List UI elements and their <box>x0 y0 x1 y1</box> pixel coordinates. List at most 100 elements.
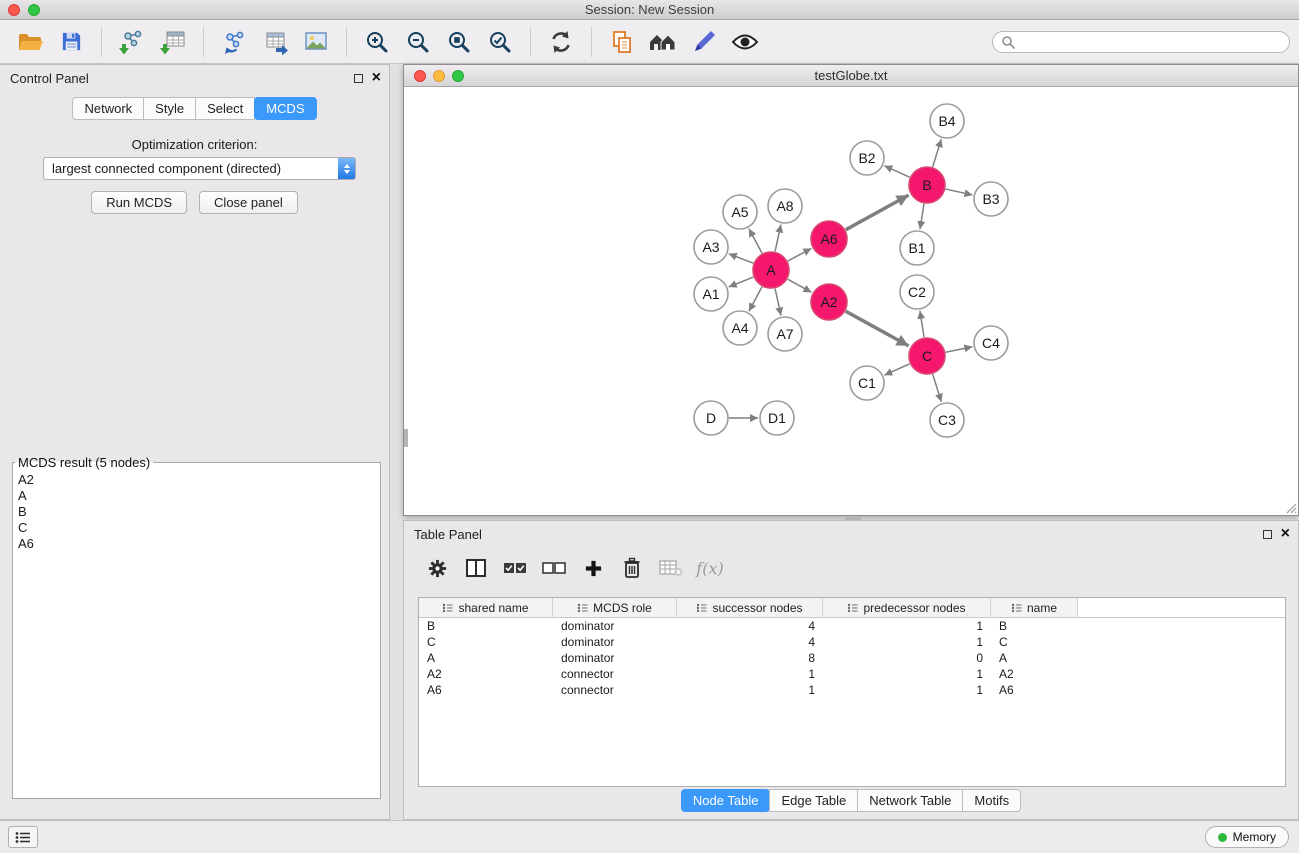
export-network-button[interactable] <box>216 25 252 59</box>
edge-C-C3[interactable] <box>933 374 942 402</box>
float-table-panel-icon[interactable] <box>1263 530 1272 539</box>
edge-B-B3[interactable] <box>946 189 973 195</box>
table-cell[interactable]: dominator <box>553 635 677 649</box>
zoom-in-button[interactable] <box>359 25 395 59</box>
import-table-file-button[interactable] <box>155 25 191 59</box>
task-history-button[interactable] <box>8 826 38 848</box>
search-input[interactable] <box>1020 35 1281 49</box>
table-cell[interactable]: A2 <box>419 667 553 681</box>
node-D1[interactable]: D1 <box>760 401 794 435</box>
table-cell[interactable]: connector <box>553 683 677 697</box>
brush-button[interactable] <box>686 25 722 59</box>
table-cell[interactable]: A6 <box>991 683 1078 697</box>
documents-button[interactable] <box>604 25 640 59</box>
mcds-result-list[interactable]: A2ABCA6 <box>14 472 379 797</box>
tab-node-table[interactable]: Node Table <box>681 789 771 812</box>
table-row[interactable]: Bdominator41B <box>419 618 1285 634</box>
node-A7[interactable]: A7 <box>768 317 802 351</box>
tab-edge-table[interactable]: Edge Table <box>769 789 858 812</box>
node-A8[interactable]: A8 <box>768 189 802 223</box>
column-header-predecessor-nodes[interactable]: predecessor nodes <box>823 598 991 617</box>
memory-button[interactable]: Memory <box>1205 826 1289 848</box>
edge-A2-C[interactable] <box>846 311 909 346</box>
tab-motifs[interactable]: Motifs <box>962 789 1021 812</box>
table-cell[interactable]: 1 <box>823 667 991 681</box>
import-network-file-button[interactable] <box>114 25 150 59</box>
zoom-fit-button[interactable] <box>441 25 477 59</box>
node-B3[interactable]: B3 <box>974 182 1008 216</box>
column-header-name[interactable]: name <box>991 598 1078 617</box>
network-zoom-button[interactable] <box>452 70 464 82</box>
create-column-button[interactable] <box>578 554 608 582</box>
edge-C-C1[interactable] <box>884 364 909 375</box>
column-header-shared-name[interactable]: shared name <box>419 598 553 617</box>
table-settings-button[interactable] <box>422 554 452 582</box>
table-cell[interactable]: connector <box>553 667 677 681</box>
table-cell[interactable]: A <box>991 651 1078 665</box>
table-cell[interactable]: 1 <box>823 635 991 649</box>
edge-B-B1[interactable] <box>920 204 924 229</box>
node-B1[interactable]: B1 <box>900 231 934 265</box>
deselect-all-button[interactable] <box>539 554 569 582</box>
optimization-criterion-select[interactable]: largest connected component (directed) <box>43 157 356 180</box>
edge-C-C2[interactable] <box>920 311 924 337</box>
table-cell[interactable]: 1 <box>677 683 823 697</box>
table-cell[interactable]: dominator <box>553 651 677 665</box>
table-cell[interactable]: C <box>991 635 1078 649</box>
edge-A-A3[interactable] <box>729 254 754 263</box>
result-item[interactable]: A6 <box>14 536 379 552</box>
result-item[interactable]: B <box>14 504 379 520</box>
node-C4[interactable]: C4 <box>974 326 1008 360</box>
network-minimize-button[interactable] <box>433 70 445 82</box>
node-B4[interactable]: B4 <box>930 104 964 138</box>
combo-stepper-icon[interactable] <box>338 158 355 179</box>
node-A5[interactable]: A5 <box>723 195 757 229</box>
node-A2[interactable]: A2 <box>811 284 847 320</box>
table-row[interactable]: A6connector11A6 <box>419 682 1285 698</box>
table-cell[interactable]: 8 <box>677 651 823 665</box>
node-B[interactable]: B <box>909 167 945 203</box>
result-item[interactable]: A2 <box>14 472 379 488</box>
table-cell[interactable]: A2 <box>991 667 1078 681</box>
node-A[interactable]: A <box>753 252 789 288</box>
edge-A6-B[interactable] <box>846 195 909 230</box>
tab-network[interactable]: Network <box>72 97 144 120</box>
node-C3[interactable]: C3 <box>930 403 964 437</box>
export-image-button[interactable] <box>298 25 334 59</box>
node-C[interactable]: C <box>909 338 945 374</box>
close-table-panel-icon[interactable]: × <box>1281 526 1290 542</box>
edge-B-B2[interactable] <box>884 166 909 177</box>
node-A3[interactable]: A3 <box>694 230 728 264</box>
node-C2[interactable]: C2 <box>900 275 934 309</box>
run-mcds-button[interactable]: Run MCDS <box>91 191 187 214</box>
show-columns-button[interactable] <box>461 554 491 582</box>
network-close-button[interactable] <box>414 70 426 82</box>
float-panel-icon[interactable] <box>354 74 363 83</box>
edge-A-A5[interactable] <box>749 229 762 253</box>
table-cell[interactable]: C <box>419 635 553 649</box>
table-cell[interactable]: 1 <box>823 619 991 633</box>
table-row[interactable]: A2connector11A2 <box>419 666 1285 682</box>
table-cell[interactable]: 4 <box>677 635 823 649</box>
edge-B-B4[interactable] <box>933 139 942 167</box>
table-cell[interactable]: 1 <box>823 683 991 697</box>
node-A1[interactable]: A1 <box>694 277 728 311</box>
node-D[interactable]: D <box>694 401 728 435</box>
column-header-successor-nodes[interactable]: successor nodes <box>677 598 823 617</box>
table-cell[interactable]: B <box>991 619 1078 633</box>
graphics-details-button[interactable] <box>727 25 763 59</box>
table-cell[interactable]: 0 <box>823 651 991 665</box>
column-header-mcds-role[interactable]: MCDS role <box>553 598 677 617</box>
tab-select[interactable]: Select <box>195 97 255 120</box>
edge-C-C4[interactable] <box>946 347 973 352</box>
network-window-titlebar[interactable]: testGlobe.txt <box>404 65 1298 87</box>
edge-A-A4[interactable] <box>749 287 762 311</box>
result-item[interactable]: C <box>14 520 379 536</box>
table-cell[interactable]: A6 <box>419 683 553 697</box>
tab-style[interactable]: Style <box>143 97 196 120</box>
export-table-button[interactable] <box>257 25 293 59</box>
table-cell[interactable]: B <box>419 619 553 633</box>
table-row[interactable]: Adominator80A <box>419 650 1285 666</box>
table-cell[interactable]: 4 <box>677 619 823 633</box>
save-session-button[interactable] <box>53 25 89 59</box>
